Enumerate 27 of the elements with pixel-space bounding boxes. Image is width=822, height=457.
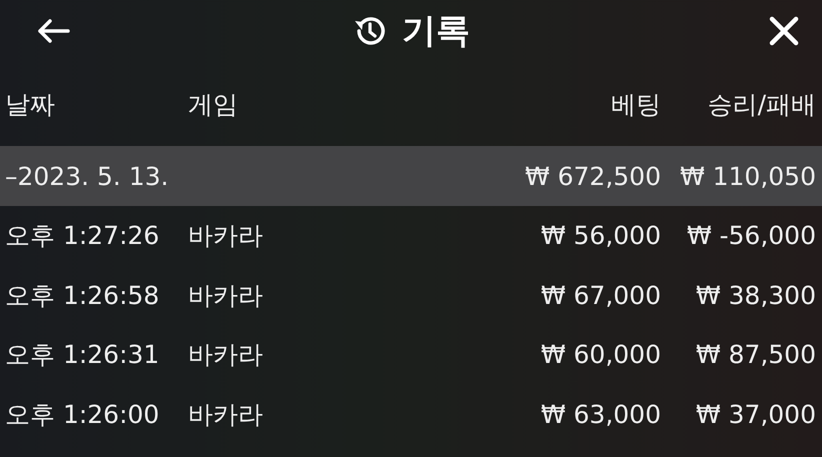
game-cell-text: 바카라 — [188, 398, 264, 431]
window-title: 기록 — [402, 10, 470, 53]
time-cell-text: 오후 1:26:58 — [5, 280, 160, 312]
result-cell-text: ₩ -56,000 — [686, 221, 816, 250]
bet-cell-text: ₩ 67,000 — [540, 280, 661, 310]
column-header: 승리/패배 — [706, 88, 816, 120]
result-cell-text: ₩ 38,300 — [694, 280, 816, 310]
column-header: 게임 — [188, 88, 239, 120]
result-cell-text: ₩ 37,000 — [694, 400, 816, 429]
group-date: –2023. 5. 13. — [5, 162, 170, 190]
game-cell-text: 바카라 — [188, 220, 264, 252]
time-cell-text: 오후 1:27:26 — [5, 220, 160, 252]
time-cell-text: 오후 1:26:00 — [5, 398, 160, 431]
bet-cell-text: ₩ 63,000 — [540, 400, 661, 429]
result-cell-text: ₩ 87,500 — [694, 340, 816, 370]
bet-cell-text: ₩ 56,000 — [540, 221, 661, 250]
group-result-total: ₩ 110,050 — [678, 162, 816, 190]
game-cell-text: 바카라 — [188, 339, 264, 372]
column-header: 베팅 — [610, 88, 661, 120]
date-group-row[interactable]: –2023. 5. 13. ₩ 672,500 ₩ 110,050 — [0, 146, 822, 206]
game-cell-text: 바카라 — [188, 280, 264, 312]
column-header: 날짜 — [5, 88, 56, 120]
close-icon[interactable] — [768, 15, 800, 47]
group-bet-total: ₩ 672,500 — [524, 162, 661, 190]
back-arrow-icon[interactable] — [36, 18, 70, 44]
bet-cell-text: ₩ 60,000 — [540, 340, 661, 370]
time-cell-text: 오후 1:26:31 — [5, 339, 160, 372]
